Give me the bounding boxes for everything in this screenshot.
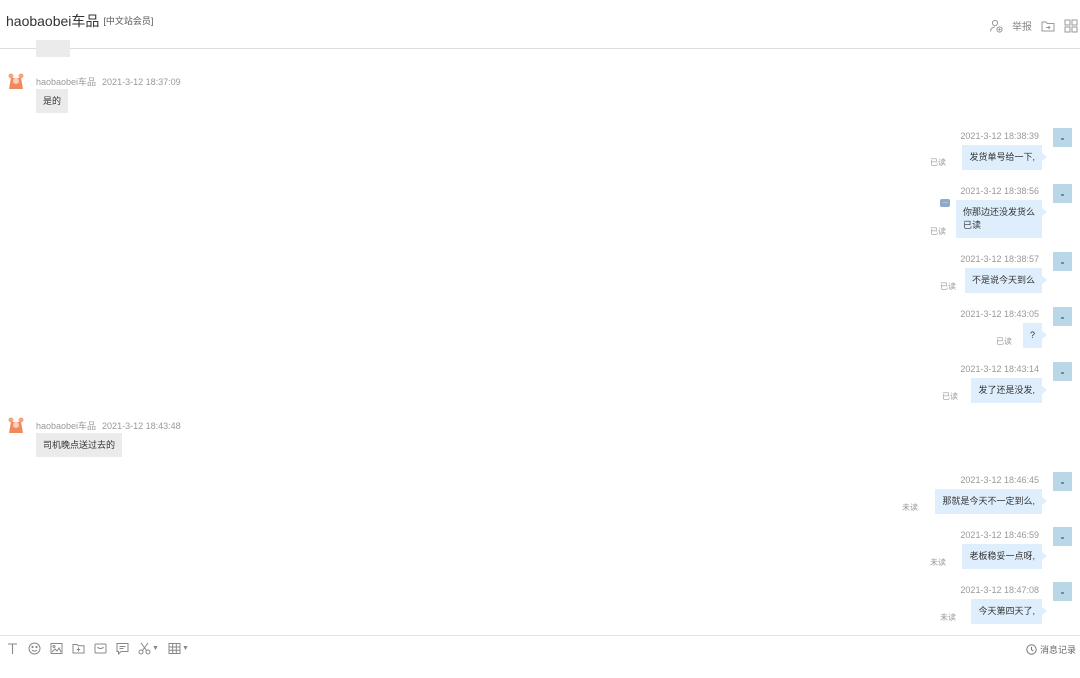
- self-avatar: [1053, 128, 1072, 147]
- message-time: 2021-3-12 18:43:05: [960, 309, 1039, 319]
- member-tag: [中文站会员]: [103, 16, 154, 26]
- message-bubble: 今天第四天了,: [971, 599, 1047, 624]
- chat-title: haobaobei车品 [中文站会员]: [6, 11, 153, 31]
- contact-avatar-icon: [8, 73, 24, 89]
- report-button[interactable]: 举报: [1012, 18, 1032, 33]
- message-bubble: 司机晚点送过去的: [36, 433, 123, 457]
- self-avatar: [1053, 527, 1072, 546]
- emoji-icon[interactable]: [28, 642, 41, 655]
- screenshot-dropdown-icon[interactable]: ▼: [152, 645, 159, 652]
- message-time: 2021-3-12 18:43:14: [960, 364, 1039, 374]
- message-list[interactable]: haobaobei车品 2021-3-12 18:37:09 是的 2021-3-…: [0, 49, 1080, 635]
- self-avatar: [1053, 252, 1072, 271]
- grid-apps-icon[interactable]: [1064, 19, 1078, 33]
- history-label: 消息记录: [1039, 645, 1076, 655]
- message-time: 2021-3-12 18:46:59: [960, 530, 1039, 540]
- message-meta: haobaobei车品 2021-3-12 18:37:09: [36, 75, 181, 88]
- message-meta: haobaobei车品 2021-3-12 18:43:48: [36, 419, 181, 432]
- message-time: 2021-3-12 18:46:45: [960, 475, 1039, 485]
- toolbar-tools: ▼ ▼: [6, 642, 189, 655]
- table-icon[interactable]: [168, 642, 181, 655]
- message-bubble: 那就是今天不一定到么,: [935, 489, 1047, 514]
- screenshot-icon[interactable]: [138, 642, 151, 655]
- contact-avatar-icon: [8, 417, 24, 433]
- read-status: 未读: [930, 558, 946, 567]
- read-status: 未读: [940, 613, 956, 622]
- self-avatar: [1053, 362, 1072, 381]
- folder-icon[interactable]: [1041, 19, 1055, 33]
- message-bubble: ?: [1022, 323, 1048, 348]
- read-status: 已读: [996, 337, 1012, 346]
- image-icon[interactable]: [50, 642, 63, 655]
- chat-header: haobaobei车品 [中文站会员] 举报: [0, 0, 1080, 49]
- message-bubble: 发了还是没发,: [971, 378, 1047, 403]
- self-avatar: [1053, 472, 1072, 491]
- clock-icon: [1026, 644, 1037, 655]
- read-status: 未读: [902, 503, 918, 512]
- read-status: 已读: [930, 158, 946, 167]
- quick-reply-icon[interactable]: [116, 642, 129, 655]
- header-actions: 举报: [989, 18, 1080, 33]
- message-time: 2021-3-12 18:43:48: [102, 421, 181, 431]
- font-icon[interactable]: [6, 642, 19, 655]
- message-bubble: 你那边还没发货么 已读: [955, 200, 1048, 238]
- typing-icon: ...: [940, 198, 950, 207]
- message-bubble: 是的: [36, 89, 69, 113]
- message-time: 2021-3-12 18:37:09: [102, 77, 181, 87]
- message-time: 2021-3-12 18:38:57: [960, 254, 1039, 264]
- message-bubble: 发货单号给一下,: [962, 145, 1047, 170]
- self-avatar: [1053, 582, 1072, 601]
- read-status: 已读: [930, 227, 946, 236]
- add-contact-icon[interactable]: [989, 19, 1003, 33]
- message-time: 2021-3-12 18:38:56: [960, 186, 1039, 196]
- message-time: 2021-3-12 18:38:39: [960, 131, 1039, 141]
- message-bubble: 老板稳妥一点呀,: [962, 544, 1047, 569]
- table-dropdown-icon[interactable]: ▼: [182, 645, 189, 652]
- sender-name: haobaobei车品: [36, 421, 97, 431]
- message-history-button[interactable]: 消息记录: [1026, 643, 1076, 656]
- self-avatar: [1053, 307, 1072, 326]
- contact-name: haobaobei车品: [6, 13, 100, 29]
- sender-name: haobaobei车品: [36, 77, 97, 87]
- input-toolbar: ▼ ▼ 消息记录: [0, 635, 1080, 678]
- self-avatar: [1053, 184, 1072, 203]
- file-icon[interactable]: [72, 642, 85, 655]
- read-status: 已读: [942, 392, 958, 401]
- read-status: 已读: [940, 282, 956, 291]
- message-bubble: 不是说今天到么: [964, 268, 1048, 293]
- product-icon[interactable]: [94, 642, 107, 655]
- message-time: 2021-3-12 18:47:08: [960, 585, 1039, 595]
